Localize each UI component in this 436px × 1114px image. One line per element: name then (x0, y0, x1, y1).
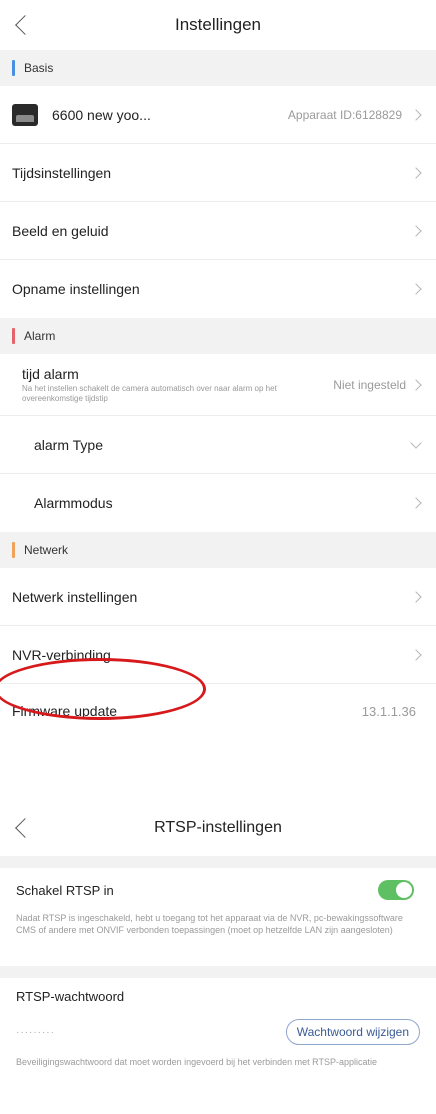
section-label: Alarm (24, 329, 56, 343)
row-label: Netwerk instellingen (12, 588, 138, 605)
row-label: Opname instellingen (12, 281, 140, 297)
list-item-alarm-type[interactable]: alarm Type (0, 416, 436, 474)
list-item-beeld-en-geluid[interactable]: Beeld en geluid (0, 202, 436, 260)
list-item-netwerk-instellingen[interactable]: Netwerk instellingen (0, 568, 436, 626)
chevron-right-icon (410, 497, 422, 509)
row-label: alarm Type (34, 436, 103, 453)
rtsp-enable-description: Nadat RTSP is ingeschakeld, hebt u toega… (16, 913, 403, 935)
device-id: Apparaat ID:6128829 (287, 107, 402, 122)
rtsp-password-row: ········· Wachtwoord wijzigen (0, 1014, 436, 1050)
settings-screen: Instellingen Basis 6600 new yoo... Appar… (0, 0, 436, 770)
list-item-firmware-update[interactable]: Firmware update 13.1.1.36 (0, 684, 436, 738)
list-item-alarmmodus[interactable]: Alarmmodus (0, 474, 436, 532)
firmware-version: 13.1.1.36 (361, 703, 416, 719)
rtsp-password-description: Beveiligingswachtwoord dat moet worden i… (16, 1057, 378, 1067)
list-item-tijdsinstellingen[interactable]: Tijdsinstellingen (0, 144, 436, 202)
chevron-right-icon (410, 108, 422, 121)
chevron-right-icon (410, 590, 422, 603)
navbar: Instellingen (0, 0, 436, 50)
chevron-right-icon (410, 378, 422, 391)
rtsp-password-label: RTSP-wachtwoord (16, 988, 125, 1004)
section-label: Basis (24, 61, 54, 75)
chevron-right-icon (410, 224, 422, 237)
row-label: NVR-verbinding (12, 646, 111, 663)
list-item-tijd-alarm[interactable]: tijd alarm Na het instellen schakelt de … (0, 354, 436, 416)
page-title: Instellingen (174, 15, 261, 34)
rtsp-enable-label: Schakel RTSP in (16, 882, 114, 898)
change-password-button[interactable]: Wachtwoord wijzigen (285, 1019, 420, 1045)
row-label: Tijdsinstellingen (12, 164, 112, 181)
list-item-nvr-verbinding[interactable]: NVR-verbinding (0, 626, 436, 684)
rtsp-settings-screen: RTSP-instellingen Schakel RTSP in Nadat … (0, 800, 436, 1114)
device-name: 6600 new yoo... (52, 106, 151, 123)
password-mask: ········· (16, 1026, 55, 1038)
rtsp-enable-row: Schakel RTSP in (0, 868, 436, 912)
rtsp-password-label-row: RTSP-wachtwoord (0, 978, 436, 1014)
back-chevron-icon[interactable] (15, 15, 35, 35)
divider (0, 966, 436, 978)
list-item-opname-instellingen[interactable]: Opname instellingen (0, 260, 436, 318)
section-bar-icon (12, 328, 15, 344)
chevron-right-icon (410, 166, 422, 179)
camera-thumbnail-icon (12, 103, 38, 126)
row-label: Beeld en geluid (12, 222, 109, 239)
section-bar-icon (12, 60, 15, 76)
chevron-right-icon (410, 648, 422, 661)
back-chevron-icon[interactable] (15, 818, 35, 838)
rtsp-toggle[interactable] (378, 880, 414, 900)
row-label: Firmware update (12, 703, 118, 719)
section-netwerk: Netwerk (0, 532, 436, 568)
screen-separator (0, 770, 436, 800)
section-alarm: Alarm (0, 318, 436, 354)
device-row[interactable]: 6600 new yoo... Apparaat ID:6128829 (0, 86, 436, 144)
alarm-time-value: Niet ingesteld (333, 377, 406, 392)
row-label: tijd alarm (22, 365, 79, 382)
chevron-right-icon (410, 283, 422, 295)
section-bar-icon (12, 542, 15, 558)
divider (0, 856, 436, 868)
section-label: Netwerk (24, 543, 69, 557)
row-description: Na het instellen schakelt de camera auto… (22, 383, 277, 403)
section-basis: Basis (0, 50, 436, 86)
navbar: RTSP-instellingen (0, 800, 436, 856)
row-label: Alarmmodus (34, 495, 113, 511)
page-title: RTSP-instellingen (154, 819, 282, 836)
chevron-down-icon (410, 436, 422, 449)
